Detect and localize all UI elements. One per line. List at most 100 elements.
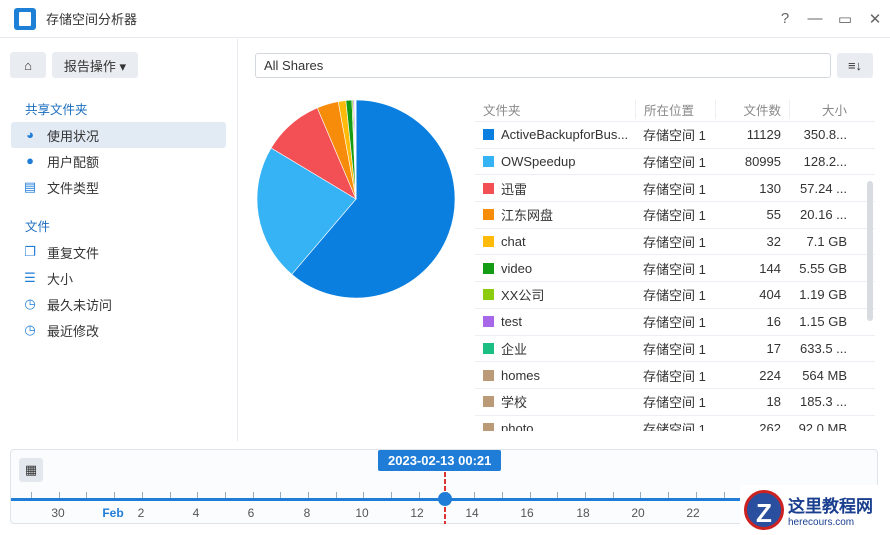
- file-count: 16: [766, 314, 781, 330]
- table-row[interactable]: test 存储空间 1 16 1.15 GB: [475, 309, 875, 336]
- table-header: 文件夹 所在位置 文件数 大小: [475, 97, 875, 122]
- sort-button[interactable]: ≡↓: [837, 53, 873, 78]
- home-icon: ⌂: [24, 57, 32, 73]
- timeline-label: 8: [303, 506, 311, 520]
- sidebar-item[interactable]: ● 用户配额: [11, 148, 226, 174]
- size: 20.16 ...: [800, 207, 847, 223]
- help-button[interactable]: ?: [770, 10, 800, 28]
- timeline-tick: [585, 492, 586, 498]
- timeline-label: 4: [192, 506, 200, 520]
- col-folder[interactable]: 文件夹: [475, 100, 635, 119]
- table-row[interactable]: XX公司 存储空间 1 404 1.19 GB: [475, 282, 875, 309]
- sort-icon: ≡↓: [847, 58, 863, 73]
- section-shared-folders: 共享文件夹: [25, 103, 88, 117]
- sidebar-item[interactable]: ◷ 最近修改: [11, 317, 226, 343]
- folder-name: test: [501, 314, 522, 330]
- file-count: 80995: [744, 154, 781, 170]
- scrollbar[interactable]: [867, 181, 873, 321]
- main-panel: All Shares ≡↓ 文件夹 所在位置 文件数 大小 ActiveBack…: [239, 39, 890, 441]
- home-button[interactable]: ⌂: [10, 52, 46, 78]
- timeline-tick: [418, 492, 420, 498]
- color-swatch: [483, 422, 494, 431]
- timeline-label: 12: [410, 506, 424, 520]
- table-row[interactable]: 江东网盘 存储空间 1 55 20.16 ...: [475, 202, 875, 229]
- color-swatch: [483, 289, 494, 301]
- timeline-tick: [695, 492, 697, 498]
- sidebar-item[interactable]: ◷ 最久未访问: [11, 291, 226, 317]
- report-actions-button[interactable]: 报告操作 ▾: [52, 52, 138, 78]
- folder-name: ActiveBackupforBus...: [501, 127, 629, 143]
- timeline-tick: [640, 492, 642, 498]
- color-swatch: [483, 236, 494, 248]
- size: 185.3 ...: [800, 394, 847, 410]
- file-count: 262: [759, 420, 781, 431]
- timeline-label: 22: [686, 506, 700, 520]
- location: 存储空间 1: [643, 181, 706, 197]
- maximize-button[interactable]: ▭: [830, 10, 860, 28]
- col-location[interactable]: 所在位置: [635, 99, 715, 119]
- sidebar-item[interactable]: ☰ 大小: [11, 265, 226, 291]
- sidebar-item-label: 最久未访问: [47, 297, 113, 313]
- size: 1.19 GB: [799, 287, 847, 303]
- timeline-handle[interactable]: [438, 492, 452, 506]
- size: 92.0 MB: [798, 420, 847, 431]
- timeline-label: 16: [520, 506, 534, 520]
- title-bar: 存储空间分析器 ? — ▭ ✕: [0, 0, 890, 38]
- table-row[interactable]: 学校 存储空间 1 18 185.3 ...: [475, 389, 875, 416]
- timeline-tick: [474, 492, 476, 498]
- sidebar-item[interactable]: ◕ 使用状况: [11, 122, 226, 148]
- location: 存储空间 1: [643, 128, 706, 144]
- minimize-button[interactable]: —: [800, 10, 830, 28]
- table-row[interactable]: chat 存储空间 1 32 7.1 GB: [475, 229, 875, 256]
- folder-name: XX公司: [501, 288, 545, 304]
- size: 1.15 GB: [799, 314, 847, 330]
- location: 存储空间 1: [643, 315, 706, 331]
- color-swatch: [483, 129, 494, 141]
- section-files: 文件: [25, 220, 51, 234]
- location: 存储空间 1: [643, 261, 706, 277]
- timeline-tick: [86, 492, 88, 498]
- sidebar-item-label: 最近修改: [47, 323, 100, 339]
- sidebar-item[interactable]: ▤ 文件类型: [11, 174, 226, 200]
- timeline-tick: [58, 492, 60, 498]
- size: 350.8...: [803, 127, 847, 143]
- share-select[interactable]: All Shares: [255, 53, 831, 78]
- current-time-tooltip: 2023-02-13 00:21: [378, 450, 502, 471]
- timeline-tick: [141, 492, 143, 498]
- table-row[interactable]: ActiveBackupforBus... 存储空间 1 11129 350.8...: [475, 122, 875, 149]
- folder-name: 企业: [501, 341, 528, 357]
- usage-pie-chart: [256, 99, 456, 299]
- table-row[interactable]: 迅雷 存储空间 1 130 57.24 ...: [475, 175, 875, 203]
- timeline-label: Feb: [102, 506, 124, 520]
- color-swatch: [483, 342, 494, 354]
- folder-name: 学校: [501, 395, 528, 411]
- table-row[interactable]: OWSpeedup 存储空间 1 80995 128.2...: [475, 149, 875, 176]
- table-row[interactable]: 企业 存储空间 1 17 633.5 ...: [475, 336, 875, 363]
- col-count[interactable]: 文件数: [715, 99, 789, 119]
- table-row[interactable]: video 存储空间 1 144 5.55 GB: [475, 255, 875, 283]
- timeline-tick: [335, 492, 337, 498]
- table-row[interactable]: homes 存储空间 1 224 564 MB: [475, 362, 875, 389]
- timeline-tick: [224, 492, 226, 498]
- sidebar-item[interactable]: ❐ 重复文件: [11, 239, 226, 265]
- file-count: 404: [759, 287, 781, 303]
- timeline-tick: [169, 492, 171, 498]
- sidebar-item-label: 大小: [47, 271, 74, 287]
- color-swatch: [483, 262, 494, 274]
- close-button[interactable]: ✕: [860, 10, 890, 28]
- folder-name: homes: [501, 367, 541, 383]
- folder-name: photo: [501, 420, 534, 431]
- calendar-button[interactable]: ▦: [19, 458, 43, 482]
- sidebar-item-label: 用户配额: [47, 154, 100, 170]
- location: 存储空间 1: [643, 155, 706, 171]
- location: 存储空间 1: [643, 235, 706, 251]
- col-size[interactable]: 大小: [789, 99, 853, 119]
- file-count: 11129: [746, 127, 781, 143]
- sidebar-item-icon: ❐: [24, 244, 36, 259]
- location: 存储空间 1: [643, 395, 706, 411]
- timeline-tick: [252, 492, 254, 498]
- table-row[interactable]: photo 存储空间 1 262 92.0 MB: [475, 416, 875, 431]
- calendar-icon: ▦: [24, 462, 38, 477]
- timeline-tick: [114, 492, 116, 498]
- location: 存储空间 1: [643, 421, 706, 431]
